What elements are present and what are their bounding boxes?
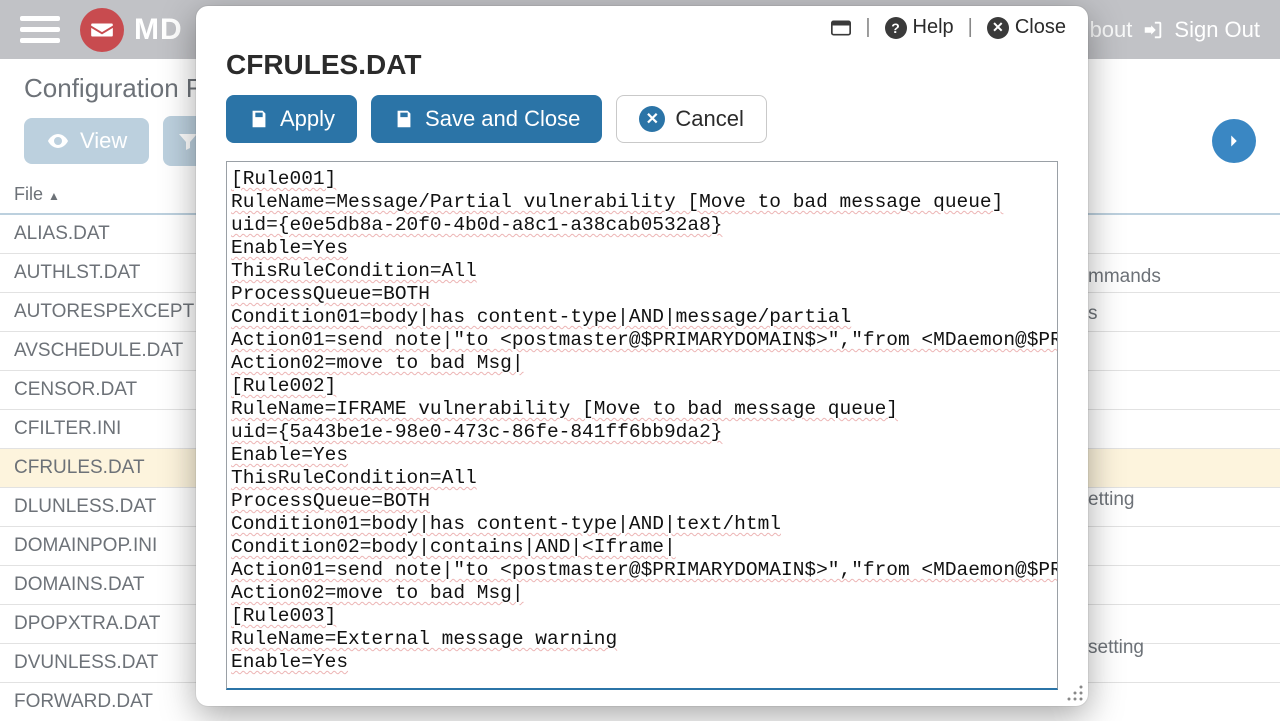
save-close-button[interactable]: Save and Close <box>371 95 602 143</box>
close-icon: ✕ <box>987 17 1009 39</box>
signout-icon <box>1142 19 1164 41</box>
eye-icon <box>46 129 70 153</box>
view-button-label: View <box>80 128 127 154</box>
desc-fragment-2: s <box>1088 303 1098 325</box>
desc-fragment-3: etting <box>1088 489 1134 511</box>
dialog-title: CFRULES.DAT <box>196 39 1088 95</box>
apply-button[interactable]: Apply <box>226 95 357 143</box>
desc-fragment-1: mmands <box>1088 266 1161 288</box>
resize-grip[interactable] <box>1066 684 1084 702</box>
menu-toggle-button[interactable] <box>20 10 60 50</box>
file-editor-dialog: | ? Help | ✕ Close CFRULES.DAT Apply Sav… <box>196 6 1088 706</box>
dialog-actions: Apply Save and Close ✕ Cancel <box>196 95 1088 161</box>
dialog-header: | ? Help | ✕ Close <box>196 6 1088 39</box>
cancel-button[interactable]: ✕ Cancel <box>616 95 766 143</box>
next-page-button[interactable] <box>1212 119 1256 163</box>
chevron-right-icon <box>1223 130 1245 152</box>
cancel-x-icon: ✕ <box>639 106 665 132</box>
envelope-icon <box>80 8 124 52</box>
save-disk-icon <box>393 108 415 130</box>
save-disk-icon <box>248 108 270 130</box>
question-icon: ? <box>885 17 907 39</box>
close-link[interactable]: ✕ Close <box>987 16 1066 39</box>
about-link-fragment[interactable]: bout <box>1090 17 1133 43</box>
file-content-editor[interactable] <box>226 161 1058 690</box>
signout-link[interactable]: Sign Out <box>1174 17 1260 43</box>
logo-text: MD <box>134 13 183 47</box>
desc-fragment-4: setting <box>1088 637 1144 659</box>
sort-asc-icon: ▲ <box>48 189 60 203</box>
help-link[interactable]: ? Help <box>885 16 954 39</box>
window-restore-icon[interactable] <box>831 20 851 36</box>
view-button[interactable]: View <box>24 118 149 164</box>
app-logo: MD <box>80 8 183 52</box>
